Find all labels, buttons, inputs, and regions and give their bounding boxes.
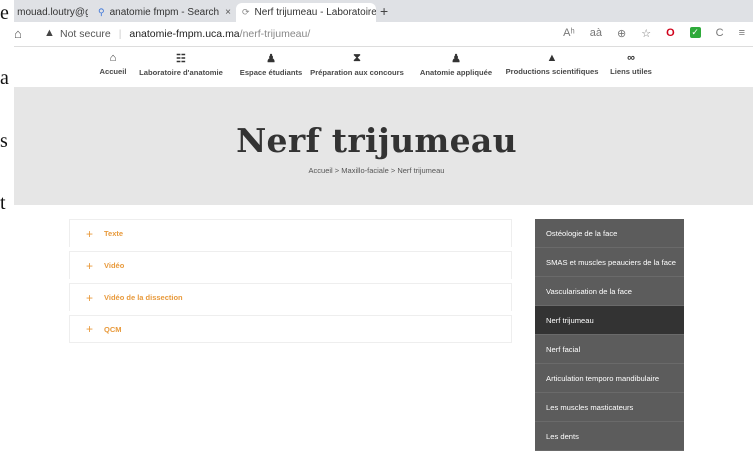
plus-icon: + xyxy=(86,290,94,305)
read-aloud-icon[interactable]: Aʰ xyxy=(563,27,575,40)
link-icon: ∞ xyxy=(627,52,635,64)
nav-label: Espace étudiants xyxy=(239,68,303,77)
browser-tab-bar: i - mouad.loutry@g × ⚲ anatomie fmpm - S… xyxy=(0,0,753,22)
document-edge: e a s t xyxy=(0,0,14,450)
extension-check-icon[interactable]: ✓ xyxy=(689,27,701,38)
page-title: Nerf trijumeau xyxy=(236,121,517,160)
nav-item-accueil[interactable]: ⌂ Accueil xyxy=(99,52,126,76)
accordion-item-video[interactable]: + Vidéo xyxy=(69,251,512,279)
close-icon[interactable]: × xyxy=(219,7,231,18)
accordion-item-video-dissection[interactable]: + Vidéo de la dissection xyxy=(69,283,512,311)
graduation-cap-icon: ▲ xyxy=(546,52,558,64)
site-navigation: ⌂ Accueil ☷ Laboratoire d'anatomie ♟ Esp… xyxy=(0,47,753,87)
search-icon: ⚲ xyxy=(98,7,105,17)
url-field[interactable]: Not secure | anatomie-fmpm.uca.ma/nerf-t… xyxy=(60,28,310,40)
nav-item-espace-etudiants[interactable]: ♟ Espace étudiants xyxy=(240,52,302,77)
sidebar-item-nerf-trijumeau[interactable]: Nerf trijumeau xyxy=(535,306,684,335)
home-icon: ⌂ xyxy=(109,52,117,64)
hourglass-icon: ⧗ xyxy=(353,52,361,64)
extension-opera-icon[interactable]: O xyxy=(666,27,675,40)
group-icon: ☷ xyxy=(176,53,186,65)
nav-item-laboratoire[interactable]: ☷ Laboratoire d'anatomie xyxy=(139,52,223,77)
sidebar-item-smas[interactable]: SMAS et muscles peauciers de la face xyxy=(535,248,684,277)
accordion-item-texte[interactable]: + Texte xyxy=(69,219,512,247)
browser-tab-active[interactable]: ⟳ Nerf trijumeau - Laboratoire d'a × xyxy=(236,3,376,22)
nav-item-anatomie-appliquee[interactable]: ♟ Anatomie appliquée xyxy=(420,52,492,77)
loading-icon: ⟳ xyxy=(242,7,250,17)
security-label: Not secure xyxy=(60,28,111,40)
plus-icon: + xyxy=(86,258,94,273)
accordion-label: Vidéo xyxy=(104,261,125,270)
sidebar-item-muscles-masticateurs[interactable]: Les muscles masticateurs xyxy=(535,393,684,422)
nav-item-liens-utiles[interactable]: ∞ Liens utiles xyxy=(610,52,652,76)
refresh-icon[interactable]: C xyxy=(716,27,724,40)
accordion-label: Texte xyxy=(104,229,124,238)
plus-icon: + xyxy=(86,322,94,336)
page-header: Nerf trijumeau Accueil > Maxillo-faciale… xyxy=(0,87,753,205)
new-tab-button[interactable]: + xyxy=(380,3,388,19)
doctor-icon: ♟ xyxy=(451,53,461,65)
accordion-label: QCM xyxy=(104,324,122,334)
zoom-icon[interactable]: ⊕ xyxy=(617,27,626,40)
sidebar-menu: Ostéologie de la face SMAS et muscles pe… xyxy=(535,219,684,451)
tab-title: i - mouad.loutry@g xyxy=(6,7,88,18)
nav-label: Préparation aux concours xyxy=(310,68,404,77)
content-accordion: + Texte + Vidéo + Vidéo de la dissection… xyxy=(69,219,512,343)
nav-label: Accueil xyxy=(99,67,127,76)
browser-toolbar: Aʰ aà ⊕ ☆ O ✓ C ≡ xyxy=(563,27,745,40)
favorite-icon[interactable]: ☆ xyxy=(641,27,651,40)
sidebar-item-dents[interactable]: Les dents xyxy=(535,422,684,451)
nav-item-preparation[interactable]: ⧗ Préparation aux concours xyxy=(310,52,404,77)
sidebar-item-vascularisation[interactable]: Vascularisation de la face xyxy=(535,277,684,306)
url-path: /nerf-trijumeau/ xyxy=(239,28,311,40)
translate-icon[interactable]: aà xyxy=(590,27,602,40)
tab-title: Nerf trijumeau - Laboratoire d'a xyxy=(254,7,376,18)
tab-title: anatomie fmpm - Search xyxy=(109,7,220,18)
address-bar: ⌂ ▲ Not secure | anatomie-fmpm.uca.ma/ne… xyxy=(0,22,753,47)
doc-letter: e xyxy=(0,2,9,24)
collections-icon[interactable]: ≡ xyxy=(739,27,745,40)
nav-label: Liens utiles xyxy=(610,67,652,76)
nav-item-productions[interactable]: ▲ Productions scientifiques xyxy=(506,52,599,76)
home-icon[interactable]: ⌂ xyxy=(14,26,22,41)
nav-label: Productions scientifiques xyxy=(505,67,599,76)
doc-letter: s xyxy=(0,130,8,152)
browser-tab-search[interactable]: ⚲ anatomie fmpm - Search × xyxy=(92,3,232,22)
student-icon: ♟ xyxy=(266,53,276,65)
url-host: anatomie-fmpm.uca.ma xyxy=(129,28,240,40)
accordion-label: Vidéo de la dissection xyxy=(104,293,183,302)
doc-letter: a xyxy=(0,67,9,89)
nav-label: Anatomie appliquée xyxy=(419,68,493,77)
nav-label: Laboratoire d'anatomie xyxy=(139,68,223,77)
sidebar-item-nerf-facial[interactable]: Nerf facial xyxy=(535,335,684,364)
breadcrumb[interactable]: Accueil > Maxillo-faciale > Nerf trijume… xyxy=(0,166,753,175)
sidebar-item-osteologie[interactable]: Ostéologie de la face xyxy=(535,219,684,248)
sidebar-item-articulation[interactable]: Articulation temporo mandibulaire xyxy=(535,364,684,393)
doc-letter: t xyxy=(0,192,6,214)
warning-icon[interactable]: ▲ xyxy=(44,27,55,39)
accordion-item-qcm[interactable]: + QCM xyxy=(69,315,512,343)
plus-icon: + xyxy=(86,226,94,241)
